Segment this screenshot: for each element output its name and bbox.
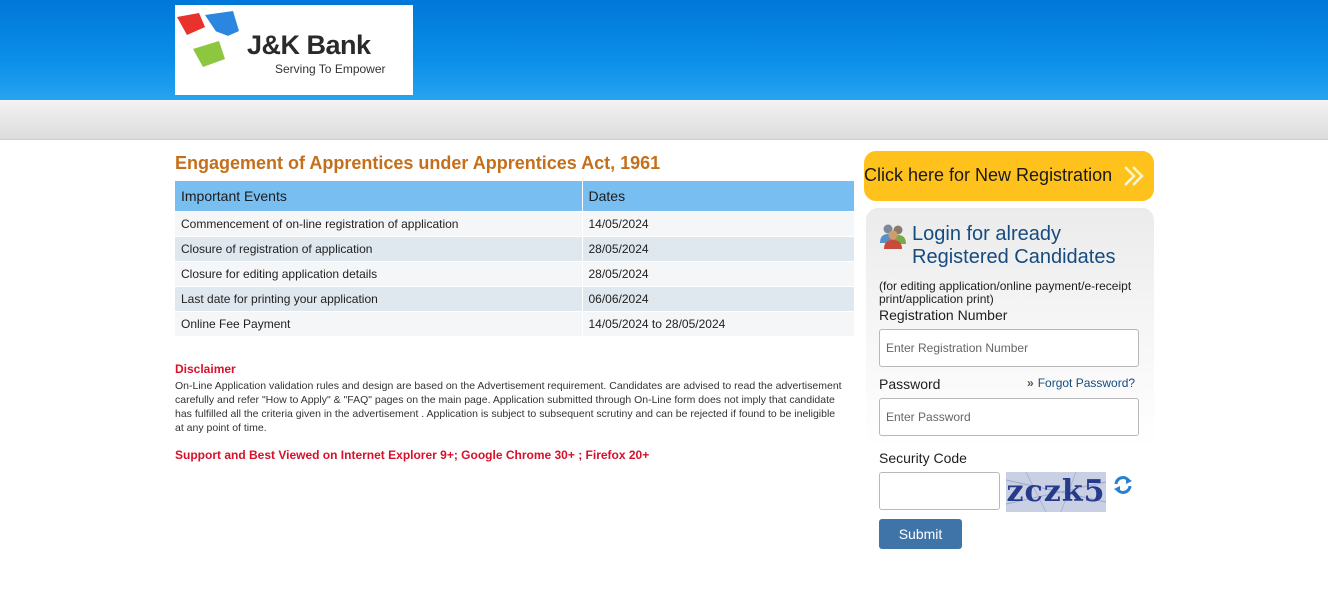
- header-dates: Dates: [582, 181, 855, 211]
- event-cell: Online Fee Payment: [175, 310, 583, 336]
- new-registration-button[interactable]: Click here for New Registration: [864, 151, 1154, 201]
- bank-logo-tagline: Serving To Empower: [275, 62, 386, 76]
- users-group-icon: [880, 224, 906, 249]
- date-cell: 14/05/2024: [582, 210, 855, 236]
- disclaimer-title: Disclaimer: [175, 362, 236, 376]
- double-chevron-right-icon: »: [1027, 376, 1034, 390]
- table-row: Commencement of on-line registration of …: [175, 210, 855, 236]
- table-header-row: Important Events Dates: [175, 181, 855, 211]
- page-title: Engagement of Apprentices under Apprenti…: [175, 153, 661, 173]
- security-code-label: Security Code: [879, 450, 967, 466]
- forgot-password-label: Forgot Password?: [1037, 376, 1136, 390]
- header-banner: J&K Bank Serving To Empower: [0, 0, 1328, 100]
- main-content: Engagement of Apprentices under Apprenti…: [175, 150, 855, 462]
- bank-logo-name: J&K Bank: [247, 30, 371, 60]
- registration-number-input[interactable]: [879, 329, 1139, 367]
- new-registration-label: Click here for New Registration: [864, 165, 1113, 185]
- event-cell: Closure of registration of application: [175, 235, 583, 261]
- password-input[interactable]: [879, 398, 1139, 436]
- refresh-icon[interactable]: [1112, 474, 1134, 496]
- date-cell: 14/05/2024 to 28/05/2024: [582, 310, 855, 336]
- event-cell: Closure for editing application details: [175, 260, 583, 286]
- table-row: Online Fee Payment 14/05/2024 to 28/05/2…: [175, 310, 855, 336]
- table-row: Closure of registration of application 2…: [175, 235, 855, 261]
- login-subtitle: (for editing application/online payment/…: [879, 279, 1132, 306]
- registration-number-label: Registration Number: [879, 307, 1008, 323]
- captcha-text: zczk5: [1006, 474, 1106, 509]
- double-chevron-right-icon: [1124, 166, 1144, 186]
- captcha-image: zczk5: [1006, 472, 1106, 512]
- table-row: Last date for printing your application …: [175, 285, 855, 311]
- date-cell: 06/06/2024: [582, 285, 855, 311]
- browser-support-note: Support and Best Viewed on Internet Expl…: [175, 448, 650, 462]
- nav-bar: [0, 100, 1328, 140]
- submit-button[interactable]: Submit: [879, 519, 962, 549]
- date-cell: 28/05/2024: [582, 260, 855, 286]
- important-events-table: Important Events Dates Commencement of o…: [175, 181, 855, 336]
- password-label: Password: [879, 376, 941, 392]
- bank-logo-mark-icon: [177, 11, 239, 67]
- forgot-password-link[interactable]: » Forgot Password?: [1027, 376, 1135, 390]
- event-cell: Commencement of on-line registration of …: [175, 210, 583, 236]
- date-cell: 28/05/2024: [582, 235, 855, 261]
- disclaimer-section: Disclaimer On-Line Application validatio…: [175, 362, 855, 435]
- disclaimer-text: On-Line Application validation rules and…: [175, 380, 842, 434]
- event-cell: Last date for printing your application: [175, 285, 583, 311]
- header-important-events: Important Events: [175, 181, 583, 211]
- login-title: Login for already Registered Candidates: [912, 223, 1116, 268]
- security-code-input[interactable]: [879, 472, 1000, 510]
- bank-logo[interactable]: J&K Bank Serving To Empower: [175, 5, 413, 95]
- table-row: Closure for editing application details …: [175, 260, 855, 286]
